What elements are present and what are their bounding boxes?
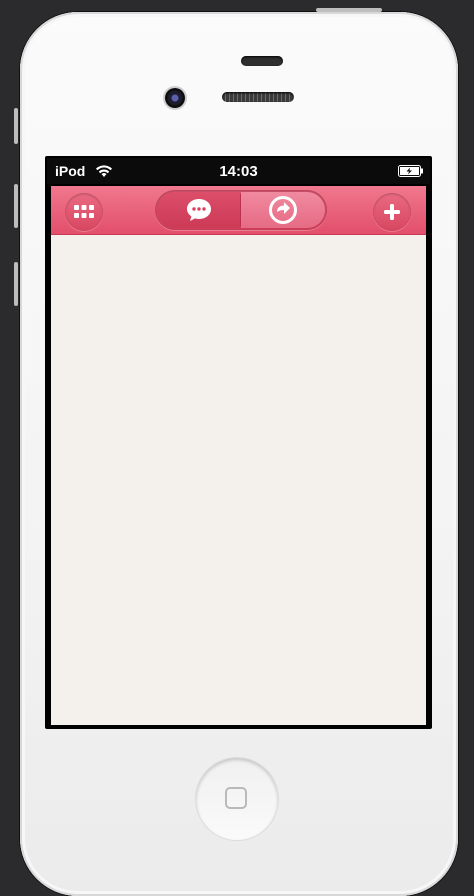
segment-messages[interactable] (157, 192, 241, 228)
home-square-icon (225, 787, 247, 809)
menu-button[interactable] (65, 193, 103, 231)
home-button[interactable] (196, 758, 278, 840)
front-camera (165, 88, 185, 108)
speech-bubble-icon (187, 199, 211, 221)
power-button (316, 8, 382, 12)
volume-down-button (14, 262, 18, 306)
forward-arrow-icon (269, 196, 297, 224)
status-bar: iPod 14:03 (47, 158, 430, 184)
battery-charging-icon (398, 165, 423, 177)
nav-bar (51, 186, 426, 235)
segment-forward[interactable] (241, 192, 325, 228)
status-time: 14:03 (219, 163, 258, 180)
segmented-control (155, 190, 327, 230)
plus-icon (384, 204, 400, 220)
earpiece-speaker (222, 92, 294, 102)
top-sensor (241, 56, 283, 66)
mute-switch (14, 108, 18, 144)
add-button[interactable] (373, 193, 411, 231)
content-area (51, 235, 426, 725)
volume-up-button (14, 184, 18, 228)
grid-icon (74, 205, 94, 218)
